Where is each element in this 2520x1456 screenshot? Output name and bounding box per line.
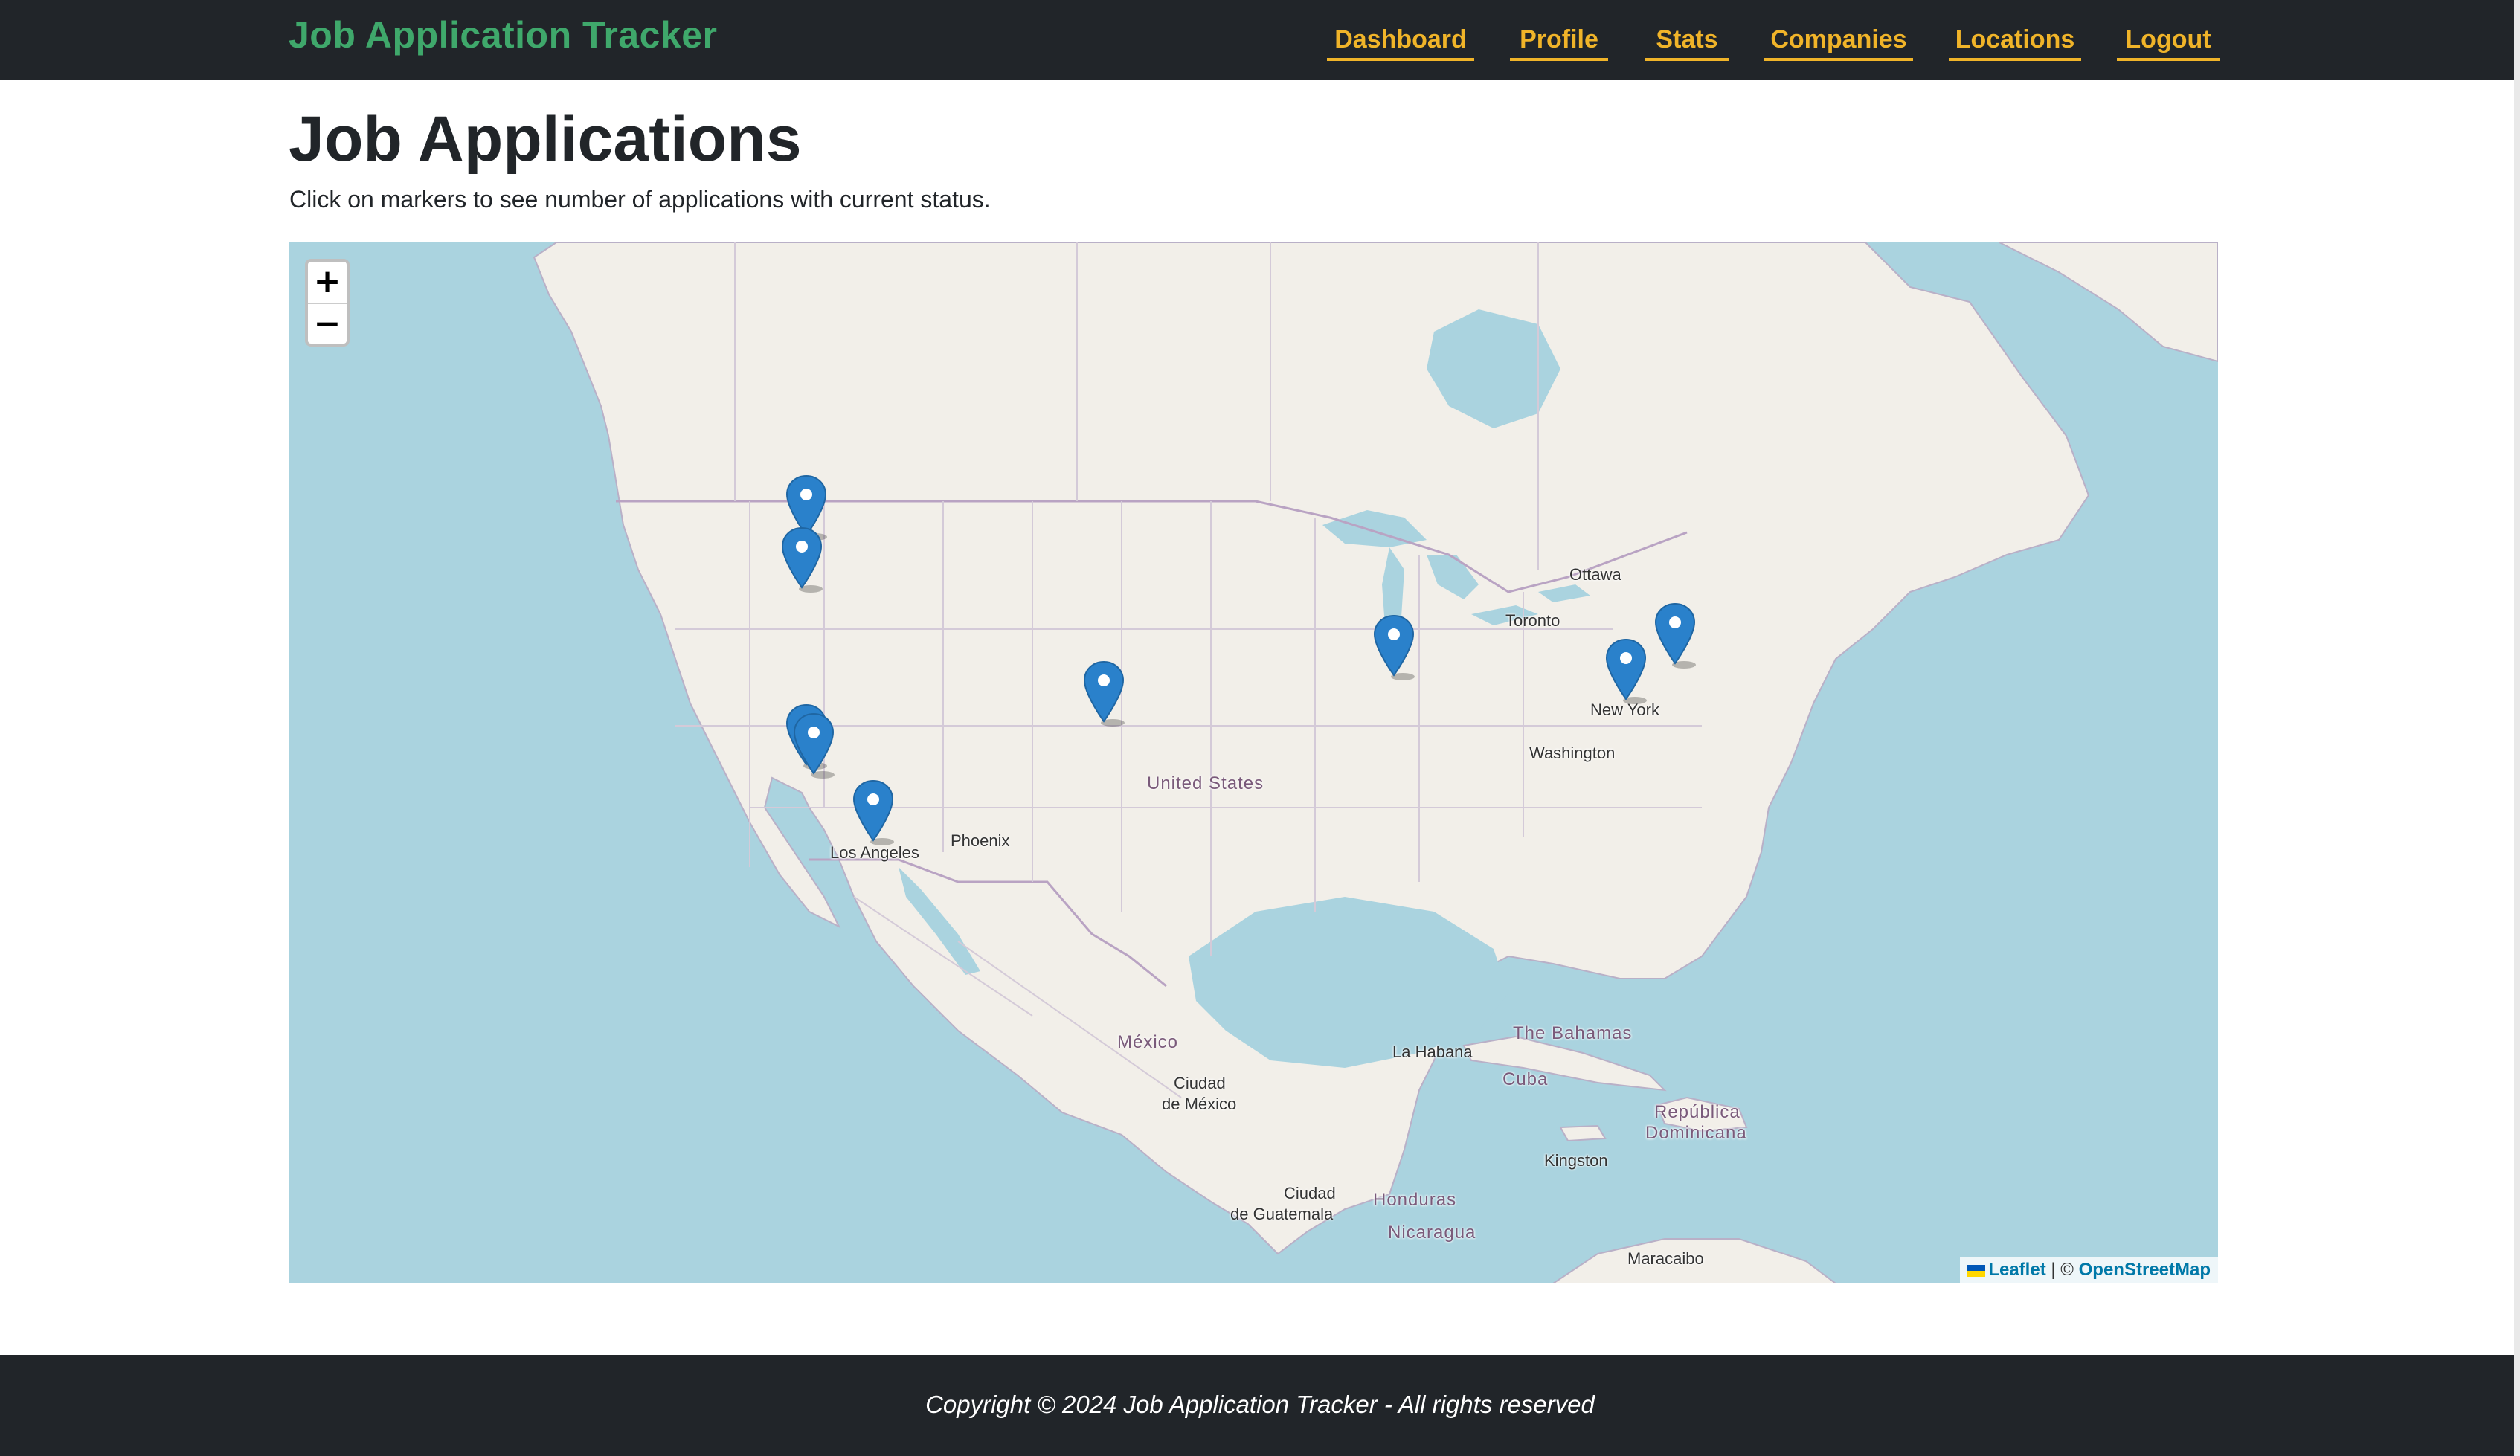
map-label-bahamas: The Bahamas bbox=[1513, 1023, 1633, 1043]
map-tiles bbox=[289, 242, 2218, 1283]
map-label-guatemala-2: de Guatemala bbox=[1230, 1205, 1334, 1223]
map-marker-pin-icon[interactable] bbox=[781, 526, 823, 593]
map-label-la-habana: La Habana bbox=[1392, 1043, 1473, 1061]
map-label-washington: Washington bbox=[1529, 744, 1616, 762]
nav-dashboard-link[interactable]: Dashboard bbox=[1327, 22, 1474, 61]
map-label-ciudad-mexico-2: de México bbox=[1162, 1095, 1237, 1113]
leaflet-link[interactable]: Leaflet bbox=[1988, 1260, 2045, 1280]
map-label-kingston: Kingston bbox=[1544, 1151, 1608, 1170]
nav-profile-link[interactable]: Profile bbox=[1510, 22, 1608, 61]
attribution-separator: | © bbox=[2051, 1260, 2074, 1280]
map-label-toronto: Toronto bbox=[1505, 611, 1560, 630]
map-marker-pin-icon[interactable] bbox=[793, 712, 835, 779]
zoom-control: + − bbox=[305, 259, 350, 347]
nav-locations-link[interactable]: Locations bbox=[1949, 22, 2081, 61]
zoom-in-button[interactable]: + bbox=[308, 262, 347, 304]
map-label-nicaragua: Nicaragua bbox=[1388, 1223, 1476, 1243]
page-title: Job Applications bbox=[289, 103, 802, 175]
openstreetmap-link[interactable]: OpenStreetMap bbox=[2079, 1260, 2211, 1280]
zoom-out-button[interactable]: − bbox=[308, 304, 347, 344]
map-marker-pin-icon[interactable] bbox=[1605, 638, 1647, 705]
map-label-honduras: Honduras bbox=[1373, 1190, 1457, 1210]
brand-logo-link[interactable]: Job Application Tracker bbox=[289, 13, 717, 57]
applications-map[interactable]: Ottawa Toronto New York Washington Unite… bbox=[289, 242, 2218, 1283]
nav-companies-link[interactable]: Companies bbox=[1764, 22, 1913, 61]
map-label-united-states: United States bbox=[1147, 773, 1264, 793]
map-label-maracaibo: Maracaibo bbox=[1627, 1249, 1704, 1268]
map-label-republica-1: República bbox=[1654, 1102, 1740, 1122]
map-marker-pin-icon[interactable] bbox=[1373, 614, 1415, 681]
map-label-republica-2: Dominicana bbox=[1645, 1123, 1747, 1143]
footer-copyright: Copyright © 2024 Job Application Tracker… bbox=[925, 1391, 1595, 1418]
map-label-cuba: Cuba bbox=[1502, 1069, 1549, 1089]
ukraine-flag-icon bbox=[1967, 1264, 1986, 1277]
map-label-guatemala-1: Ciudad bbox=[1284, 1184, 1336, 1202]
map-marker-pin-icon[interactable] bbox=[1083, 660, 1125, 727]
nav-logout-link[interactable]: Logout bbox=[2117, 22, 2220, 61]
map-attribution: Leaflet | © OpenStreetMap bbox=[1960, 1257, 2218, 1283]
map-marker-pin-icon[interactable] bbox=[852, 779, 894, 846]
map-instructions: Click on markers to see number of applic… bbox=[289, 186, 991, 213]
map-marker-pin-icon[interactable] bbox=[1654, 602, 1696, 669]
window-edge bbox=[2514, 0, 2520, 1456]
map-label-ciudad-mexico-1: Ciudad bbox=[1174, 1074, 1226, 1092]
map-label-phoenix: Phoenix bbox=[951, 831, 1010, 850]
map-label-ottawa: Ottawa bbox=[1569, 565, 1621, 584]
map-label-mexico: México bbox=[1117, 1032, 1179, 1052]
nav-stats-link[interactable]: Stats bbox=[1645, 22, 1729, 61]
top-navbar: Job Application Tracker Dashboard Profil… bbox=[0, 0, 2520, 80]
page-footer: Copyright © 2024 Job Application Tracker… bbox=[0, 1355, 2520, 1456]
